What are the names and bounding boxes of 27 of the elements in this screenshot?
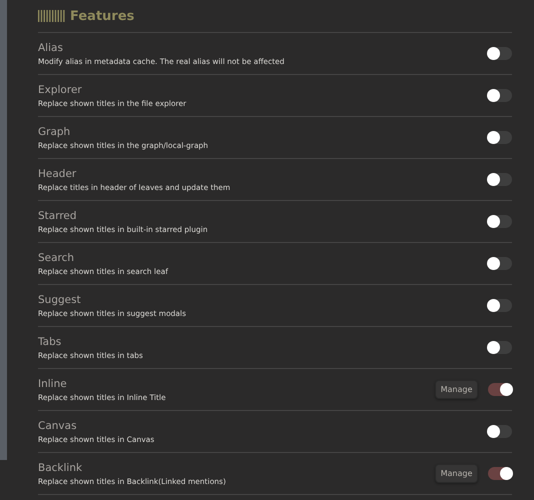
toggle-switch[interactable] bbox=[488, 89, 512, 102]
setting-name: Inline bbox=[38, 378, 68, 390]
bars-icon bbox=[38, 10, 66, 22]
toggle-switch[interactable] bbox=[488, 47, 512, 60]
setting-name: Suggest bbox=[38, 294, 82, 306]
toggle-switch[interactable] bbox=[488, 467, 512, 480]
setting-name: Backlink bbox=[38, 462, 84, 474]
toggle-switch[interactable] bbox=[488, 173, 512, 186]
setting-name: Canvas bbox=[38, 420, 78, 432]
setting-name: Alias bbox=[38, 42, 64, 54]
setting-name: Tabs bbox=[38, 336, 62, 348]
setting-name: Starred bbox=[38, 210, 78, 222]
toggle-switch[interactable] bbox=[488, 383, 512, 396]
manage-button[interactable]: Manage bbox=[435, 464, 478, 483]
setting-name: Graph bbox=[38, 126, 72, 138]
toggle-switch[interactable] bbox=[488, 215, 512, 228]
toggle-switch[interactable] bbox=[488, 425, 512, 438]
setting-name: Explorer bbox=[38, 84, 83, 96]
toggle-switch[interactable] bbox=[488, 299, 512, 312]
toggle-switch[interactable] bbox=[488, 257, 512, 270]
setting-name: Header bbox=[38, 168, 78, 180]
toggle-switch[interactable] bbox=[488, 131, 512, 144]
toggle-switch[interactable] bbox=[488, 341, 512, 354]
section-title: Features bbox=[70, 8, 134, 24]
scrollbar[interactable] bbox=[0, 0, 7, 460]
manage-button[interactable]: Manage bbox=[435, 380, 478, 399]
setting-name: Search bbox=[38, 252, 76, 264]
